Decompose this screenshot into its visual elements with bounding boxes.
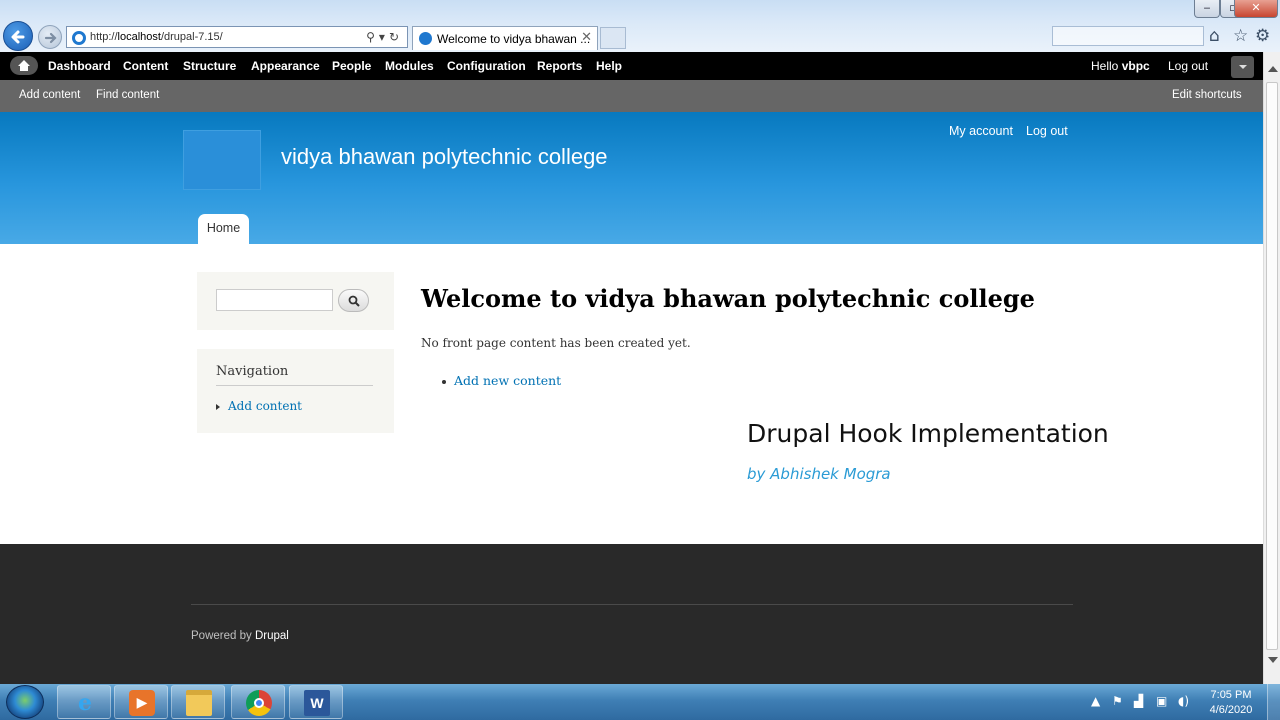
home-icon[interactable]: ⌂ bbox=[1209, 26, 1220, 46]
taskbar-explorer-button[interactable] bbox=[171, 685, 225, 719]
shortcuts-toggle-button[interactable] bbox=[1231, 56, 1254, 78]
network-icon[interactable]: ▟ bbox=[1134, 694, 1143, 708]
header-logout-link[interactable]: Log out bbox=[1026, 124, 1068, 138]
tab-title: Welcome to vidya bhawan ... bbox=[437, 32, 591, 46]
toolbar-item-structure[interactable]: Structure bbox=[183, 59, 236, 73]
taskbar-ie-button[interactable]: e bbox=[57, 685, 111, 719]
clock-time: 7:05 PM bbox=[1210, 689, 1252, 701]
page-title: Welcome to vidya bhawan polytechnic coll… bbox=[421, 284, 1035, 313]
star-icon[interactable]: ☆ bbox=[1233, 26, 1248, 46]
navigation-divider bbox=[216, 385, 373, 386]
window-controls: ‒ ▫ ✕ bbox=[1188, 0, 1278, 18]
navigation-title: Navigation bbox=[216, 364, 289, 379]
navigation-block: Navigation Add content bbox=[197, 349, 394, 433]
shortcuts-bar: Add content Find content Edit shortcuts bbox=[0, 80, 1263, 112]
toolbar-item-content[interactable]: Content bbox=[123, 59, 168, 73]
toolbar-item-appearance[interactable]: Appearance bbox=[251, 59, 320, 73]
folder-icon bbox=[186, 690, 212, 716]
drupal-link[interactable]: Drupal bbox=[255, 630, 289, 642]
volume-icon[interactable]: ◖) bbox=[1178, 694, 1189, 708]
media-player-icon: ▶ bbox=[129, 690, 155, 716]
toolbar-item-configuration[interactable]: Configuration bbox=[447, 59, 526, 73]
word-icon: W bbox=[304, 690, 330, 716]
show-desktop-button[interactable] bbox=[1267, 684, 1280, 720]
start-button[interactable] bbox=[6, 685, 44, 719]
navigation-add-content-link[interactable]: Add content bbox=[228, 399, 302, 413]
arrow-right-icon bbox=[44, 32, 57, 44]
drupal-favicon-icon bbox=[419, 32, 432, 45]
shortcut-add-content[interactable]: Add content bbox=[19, 89, 80, 101]
overlay-subtitle: by Abhishek Mogra bbox=[747, 465, 891, 483]
toolbar-item-people[interactable]: People bbox=[332, 59, 371, 73]
back-button[interactable] bbox=[3, 21, 33, 51]
new-tab-button[interactable] bbox=[600, 27, 626, 49]
gear-icon[interactable]: ⚙ bbox=[1255, 26, 1270, 46]
toolbar-user-greeting: Hello vbpc bbox=[1091, 59, 1150, 73]
toolbar-item-dashboard[interactable]: Dashboard bbox=[48, 59, 111, 73]
taskbar-clock[interactable]: 7:05 PM 4/6/2020 bbox=[1206, 688, 1256, 718]
internet-explorer-icon: e bbox=[78, 690, 92, 716]
scrollbar-thumb[interactable] bbox=[1266, 82, 1278, 650]
forward-button[interactable] bbox=[38, 25, 62, 49]
browser-search-box[interactable] bbox=[1052, 26, 1204, 46]
browser-tab-active[interactable]: Welcome to vidya bhawan ... ✕ bbox=[412, 26, 598, 50]
refresh-icon[interactable]: ↻ bbox=[389, 30, 403, 44]
minimize-button[interactable]: ‒ bbox=[1194, 0, 1220, 18]
shortcut-find-content[interactable]: Find content bbox=[96, 89, 159, 101]
powered-by-text: Powered by Drupal bbox=[191, 630, 289, 642]
toolbar-item-modules[interactable]: Modules bbox=[385, 59, 434, 73]
edit-shortcuts-link[interactable]: Edit shortcuts bbox=[1172, 89, 1242, 101]
my-account-link[interactable]: My account bbox=[949, 124, 1013, 138]
toolbar-home-button[interactable] bbox=[10, 56, 38, 75]
arrow-left-icon bbox=[11, 30, 25, 44]
page-message: No front page content has been created y… bbox=[421, 336, 691, 350]
toolbar-logout-link[interactable]: Log out bbox=[1168, 59, 1208, 73]
site-footer: Powered by Drupal bbox=[0, 544, 1263, 684]
tray-expand-icon[interactable]: ▲ bbox=[1091, 694, 1100, 708]
toolbar-item-help[interactable]: Help bbox=[596, 59, 622, 73]
url-text: http://localhost/drupal-7.15/ bbox=[90, 31, 223, 43]
overlay-title: Drupal Hook Implementation bbox=[747, 419, 1109, 448]
home-icon bbox=[18, 60, 30, 71]
chrome-icon bbox=[246, 690, 272, 716]
site-header: vidya bhawan polytechnic college My acco… bbox=[0, 112, 1263, 244]
scroll-down-icon[interactable] bbox=[1268, 657, 1278, 663]
search-icon[interactable]: ⚲ bbox=[366, 30, 379, 44]
taskbar-chrome-button[interactable] bbox=[231, 685, 285, 719]
search-icon bbox=[348, 295, 360, 307]
site-logo[interactable] bbox=[183, 130, 261, 190]
taskbar-word-button[interactable]: W bbox=[289, 685, 343, 719]
ie-favicon-icon bbox=[72, 31, 86, 45]
search-input[interactable] bbox=[216, 289, 333, 311]
search-button[interactable] bbox=[338, 289, 369, 312]
power-icon[interactable]: ▣ bbox=[1156, 694, 1167, 708]
tab-close-icon[interactable]: ✕ bbox=[581, 30, 592, 45]
close-window-button[interactable]: ✕ bbox=[1234, 0, 1278, 18]
action-center-flag-icon[interactable]: ⚑ bbox=[1112, 694, 1123, 708]
footer-divider bbox=[191, 604, 1073, 605]
site-name[interactable]: vidya bhawan polytechnic college bbox=[281, 144, 608, 170]
scroll-up-icon[interactable] bbox=[1268, 66, 1278, 72]
add-new-content-link[interactable]: Add new content bbox=[454, 373, 561, 388]
tab-home[interactable]: Home bbox=[198, 214, 249, 244]
admin-toolbar: Dashboard Content Structure Appearance P… bbox=[0, 52, 1263, 80]
chevron-down-icon[interactable]: ▾ bbox=[379, 30, 389, 44]
chevron-down-icon bbox=[1239, 65, 1247, 69]
toolbar-username[interactable]: vbpc bbox=[1122, 59, 1150, 73]
bullet-icon bbox=[216, 404, 220, 410]
browser-chrome: http://localhost/drupal-7.15/ ⚲▾↻ Welcom… bbox=[0, 0, 1280, 52]
windows-taskbar: e ▶ W ▲ ⚑ ▟ ▣ ◖) 7:05 PM 4/6/2020 bbox=[0, 684, 1280, 720]
page-scrollbar[interactable] bbox=[1263, 52, 1280, 684]
bullet-icon bbox=[442, 380, 446, 384]
search-block bbox=[197, 272, 394, 330]
toolbar-item-reports[interactable]: Reports bbox=[537, 59, 582, 73]
address-bar[interactable]: http://localhost/drupal-7.15/ ⚲▾↻ bbox=[66, 26, 408, 48]
address-tools: ⚲▾↻ bbox=[366, 30, 403, 44]
taskbar-media-player-button[interactable]: ▶ bbox=[114, 685, 168, 719]
clock-date: 4/6/2020 bbox=[1209, 704, 1253, 716]
